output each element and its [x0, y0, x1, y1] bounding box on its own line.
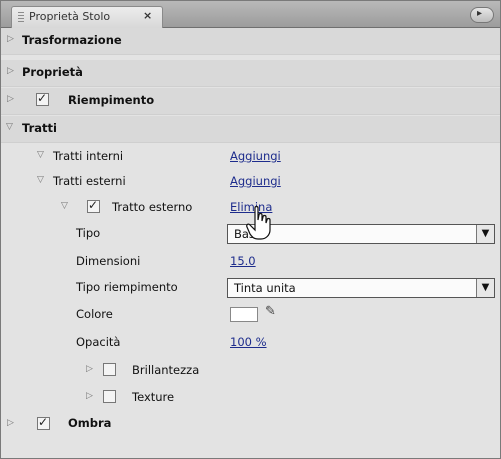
brillantezza-label: Brillantezza	[132, 363, 200, 377]
chevron-down-icon[interactable]: ▼	[476, 225, 494, 243]
section-label: Trasformazione	[22, 33, 122, 47]
colore-label: Colore	[76, 307, 113, 321]
row-brillantezza: ▷ Brillantezza	[1, 357, 500, 383]
section-label: Ombra	[68, 416, 112, 430]
panel-menu-icon: ▸	[477, 8, 483, 19]
row-opacita: Opacità 100 %	[1, 328, 500, 354]
texture-checkbox[interactable]	[103, 390, 116, 403]
tipo-riempimento-value: Tinta unita	[234, 281, 296, 295]
chevron-down-icon[interactable]: ▼	[476, 279, 494, 297]
section-trasformazione[interactable]: ▷ Trasformazione	[1, 28, 500, 55]
properties-panel: Proprietà Stolo × ▸ ▷ Trasformazione ▷ P…	[0, 0, 501, 459]
tratti-interni-label: Tratti interni	[53, 149, 124, 163]
tipo-riempimento-label: Tipo riempimento	[76, 280, 178, 294]
tratto-esterno-checkbox[interactable]	[87, 198, 100, 213]
grip-icon[interactable]	[18, 12, 24, 23]
tab-title: Proprietà Stolo	[29, 10, 111, 23]
dimensioni-label: Dimensioni	[76, 254, 141, 268]
dimensioni-value[interactable]: 15.0	[230, 254, 256, 268]
color-swatch[interactable]	[230, 307, 258, 322]
riempimento-checkbox[interactable]	[36, 91, 49, 106]
expand-icon[interactable]: ▷	[7, 94, 14, 104]
hand-cursor-icon	[246, 206, 271, 240]
collapse-icon[interactable]: ▽	[37, 175, 44, 185]
collapse-icon[interactable]: ▽	[6, 122, 13, 132]
row-texture: ▷ Texture	[1, 384, 500, 410]
section-label: Proprietà	[22, 65, 83, 79]
brillantezza-checkbox[interactable]	[103, 363, 116, 376]
collapse-icon[interactable]: ▽	[61, 201, 68, 211]
section-proprieta[interactable]: ▷ Proprietà	[1, 60, 500, 87]
panel-menu-button[interactable]: ▸	[470, 7, 494, 23]
collapse-icon[interactable]: ▽	[37, 150, 44, 160]
panel-tab-bar: Proprietà Stolo × ▸	[1, 1, 500, 28]
tab-proprieta-stile[interactable]: Proprietà Stolo ×	[11, 6, 163, 28]
add-outer-stroke-link[interactable]: Aggiungi	[230, 174, 281, 188]
add-inner-stroke-link[interactable]: Aggiungi	[230, 149, 281, 163]
section-label: Tratti	[22, 121, 57, 135]
row-colore: Colore ✎	[1, 301, 500, 327]
texture-label: Texture	[132, 390, 175, 404]
tratto-esterno-label: Tratto esterno	[112, 200, 193, 214]
opacita-value[interactable]: 100 %	[230, 335, 267, 349]
tratti-esterni-label: Tratti esterni	[53, 174, 126, 188]
tipo-riempimento-select[interactable]: Tinta unita ▼	[227, 278, 495, 298]
eyedropper-icon[interactable]: ✎	[265, 304, 276, 319]
expand-icon[interactable]: ▷	[7, 418, 14, 428]
opacita-label: Opacità	[76, 335, 121, 349]
section-tratti[interactable]: ▽ Tratti	[1, 116, 500, 143]
row-tratti-esterni: ▽ Tratti esterni Aggiungi	[1, 168, 500, 194]
row-tipo-riempimento: Tipo riempimento Tinta unita ▼	[1, 274, 500, 300]
row-dimensioni: Dimensioni 15.0	[1, 247, 500, 273]
section-label: Riempimento	[68, 93, 155, 107]
row-tratti-interni: ▽ Tratti interni Aggiungi	[1, 143, 500, 169]
section-riempimento[interactable]: ▷ Riempimento	[1, 88, 500, 115]
close-icon[interactable]: ×	[143, 9, 152, 22]
expand-icon[interactable]: ▷	[86, 364, 93, 374]
tipo-label: Tipo	[76, 226, 101, 240]
ombra-checkbox[interactable]	[37, 415, 50, 430]
expand-icon[interactable]: ▷	[86, 391, 93, 401]
expand-icon[interactable]: ▷	[7, 66, 14, 76]
section-ombra[interactable]: ▷ Ombra	[1, 411, 500, 437]
expand-icon[interactable]: ▷	[7, 34, 14, 44]
